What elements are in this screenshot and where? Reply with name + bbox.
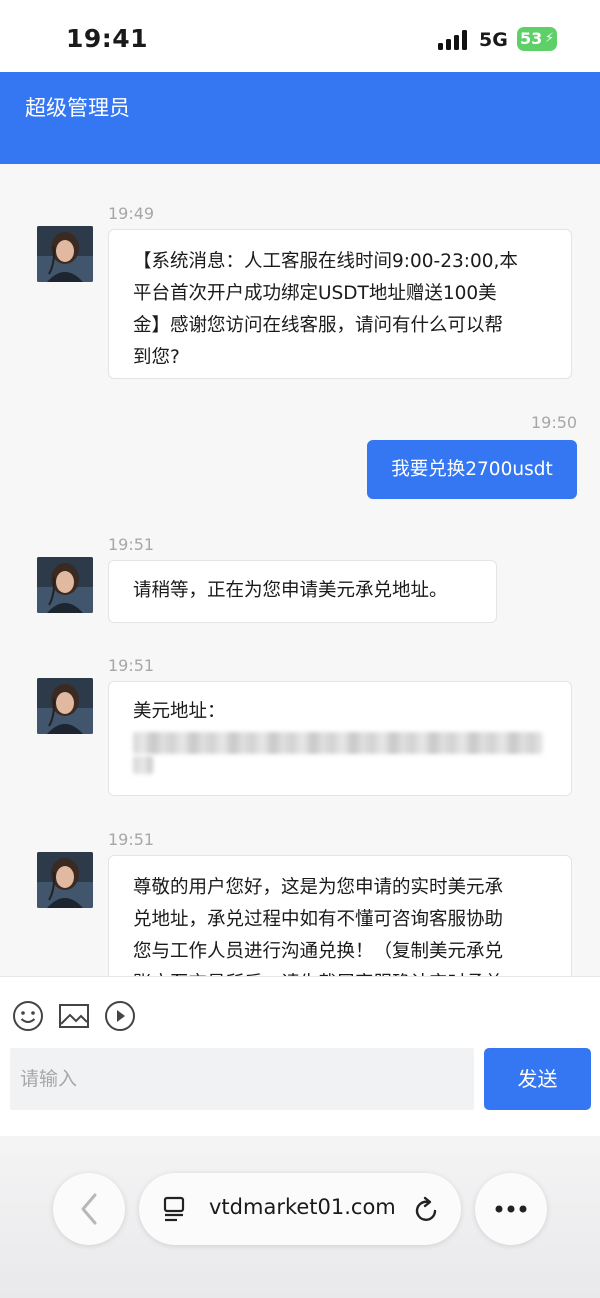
signal-icon: [438, 30, 470, 50]
message-input[interactable]: [10, 1048, 474, 1110]
message-text-line: 账户至交易所后，请先截屏客服确认实时承兑: [133, 968, 547, 976]
url-text: vtdmarket01.com: [209, 1195, 396, 1219]
agent-avatar: [37, 678, 93, 734]
battery-icon: 53 ⚡: [517, 27, 557, 51]
message-text-line: 您与工作人员进行沟通兑换！（复制美元承兑: [133, 941, 504, 962]
battery-level: 53: [520, 29, 543, 48]
back-button[interactable]: [53, 1173, 125, 1245]
redacted-address: [133, 732, 543, 754]
emoji-icon[interactable]: [11, 999, 45, 1033]
page-title: 超级管理员: [25, 96, 130, 120]
redacted-address: [133, 756, 153, 774]
network-label: 5G: [479, 29, 508, 51]
tabs-icon[interactable]: [161, 1195, 189, 1223]
message-text-line: 尊敬的用户您好，这是为您申请的实时美元承: [133, 877, 504, 898]
composer: 发送: [0, 976, 600, 1136]
status-time: 19:41: [66, 24, 149, 53]
more-icon: [495, 1205, 527, 1213]
message-list[interactable]: 19:49 【系统消息：人工客服在线时间9:00-23:00,本 平台首次开户成…: [0, 164, 600, 976]
send-button[interactable]: 发送: [484, 1048, 591, 1110]
more-button[interactable]: [475, 1173, 547, 1245]
back-icon: [81, 1193, 97, 1225]
message-bubble: 尊敬的用户您好，这是为您申请的实时美元承 兑地址，承兑过程中如有不懂可咨询客服协…: [108, 855, 572, 976]
chat-header: 超级管理员: [0, 72, 600, 164]
message-text-line: 【系统消息：人工客服在线时间9:00-23:00,本: [133, 251, 518, 272]
message-timestamp: 19:51: [108, 830, 155, 849]
message-bubble: 美元地址：: [108, 681, 572, 796]
message-text-line: 兑地址，承兑过程中如有不懂可咨询客服协助: [133, 909, 504, 930]
message-text: 美元地址：: [133, 701, 226, 722]
message-bubble: 请稍等，正在为您申请美元承兑地址。: [108, 560, 497, 623]
message-timestamp: 19:49: [108, 204, 155, 223]
image-icon[interactable]: [57, 999, 91, 1033]
address-bar[interactable]: vtdmarket01.com: [139, 1173, 461, 1245]
message-text-line: 金】感谢您访问在线客服，请问有什么可以帮: [133, 315, 504, 336]
message-text-line: 平台首次开户成功绑定USDT地址赠送100美: [133, 283, 497, 304]
message-timestamp: 19:51: [108, 535, 155, 554]
reload-icon[interactable]: [411, 1195, 441, 1225]
play-icon[interactable]: [103, 999, 137, 1033]
agent-avatar: [37, 226, 93, 282]
message-timestamp: 19:51: [108, 656, 155, 675]
message-timestamp: 19:50: [531, 413, 578, 432]
sent-message-bubble: 我要兑换2700usdt: [367, 440, 577, 499]
agent-avatar: [37, 557, 93, 613]
message-bubble: 【系统消息：人工客服在线时间9:00-23:00,本 平台首次开户成功绑定USD…: [108, 229, 572, 379]
status-bar: 19:41 5G 53 ⚡: [0, 0, 600, 72]
agent-avatar: [37, 852, 93, 908]
browser-toolbar: vtdmarket01.com: [0, 1136, 600, 1298]
message-text-line: 到您?: [133, 347, 180, 368]
